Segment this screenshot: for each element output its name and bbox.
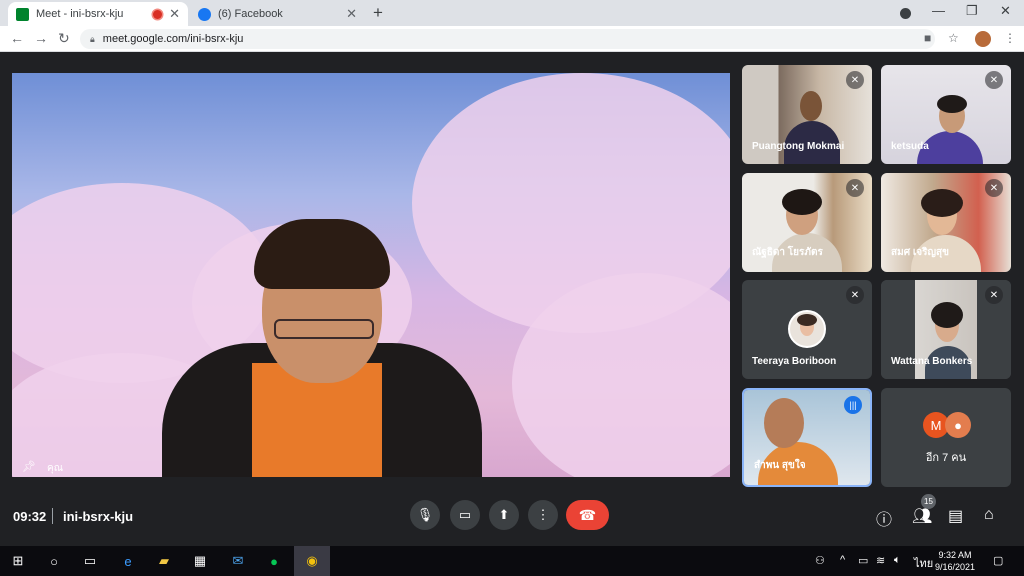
new-tab-button[interactable]: + <box>373 3 383 23</box>
participant-name: Teeraya Boriboon <box>752 356 837 367</box>
close-window-button[interactable]: ✕ <box>1000 3 1011 19</box>
mic-off-icon: ✕ <box>846 179 864 197</box>
participant-tile[interactable]: ✕ สมศ เจริญสุข <box>881 173 1011 272</box>
meeting-code: ini-bsrx-kju <box>63 509 134 524</box>
facebook-icon <box>198 7 211 21</box>
forward-arrow-icon[interactable]: → <box>34 30 48 46</box>
menu-kebab-icon[interactable]: ⋮ <box>1004 31 1016 45</box>
maximize-button[interactable]: ❐ <box>966 3 978 19</box>
lock-icon: 🔒︎ <box>90 33 95 44</box>
show-hidden-icons-icon[interactable]: ^ <box>840 554 845 566</box>
browser-toolbar: ← → ↻ 🔒︎ meet.google.com/ini-bsrx-kju ■ … <box>0 26 1024 52</box>
tab-meet-label: Meet - ini-bsrx-kju <box>36 8 124 20</box>
windows-taskbar: ⊞ ○ ▭ e ▰ ▦ ✉ ● ◉ ⚇ ^ ▭ ≋ 🔈︎ ไทย 9:32 AM… <box>0 546 1024 576</box>
tab-facebook-label: (6) Facebook <box>218 8 283 20</box>
clock-time: 9:32 AM <box>938 550 972 560</box>
windows-start-icon[interactable]: ⊞ <box>8 551 28 571</box>
chat-icon[interactable]: ▤ <box>948 506 963 526</box>
present-screen-button[interactable]: ⬆︎ <box>489 500 519 530</box>
mic-off-icon: ✕ <box>985 71 1003 89</box>
participant-name: Wattana Bonkers <box>891 356 973 367</box>
more-participants-label: อีก 7 คน <box>925 452 967 464</box>
main-speaker-person <box>162 219 482 477</box>
mic-off-icon: ✕ <box>846 286 864 304</box>
meeting-details-icon[interactable]: ⓘ <box>876 506 892 530</box>
file-explorer-icon[interactable]: ▰ <box>154 551 174 571</box>
store-icon[interactable]: ▦ <box>190 551 210 571</box>
more-options-button[interactable]: ⋮ <box>528 500 558 530</box>
more-vert-icon: ⋮ <box>536 507 550 522</box>
line-app-icon[interactable]: ● <box>264 551 284 571</box>
participant-tile[interactable]: ✕ Wattana Bonkers <box>881 280 1011 379</box>
main-speaker-name: คุณ <box>47 463 63 474</box>
recording-indicator-icon <box>153 9 162 19</box>
action-center-icon[interactable]: ▢ <box>993 554 1003 567</box>
browser-tab-strip: Meet - ini-bsrx-kju ✕ (6) Facebook ✕ + —… <box>0 0 1024 26</box>
activities-icon[interactable]: ⌂ <box>984 506 994 524</box>
people-count-badge: 15 <box>921 494 936 509</box>
tab-facebook[interactable]: (6) Facebook ✕ <box>190 2 365 26</box>
people-icon[interactable]: 👥︎ <box>912 506 932 526</box>
tab-close-icon[interactable]: ✕ <box>169 6 180 22</box>
meeting-time: 09:32 <box>13 509 47 524</box>
microphone-button[interactable]: 🎙︎ <box>410 500 440 530</box>
edge-browser-icon[interactable]: e <box>118 551 138 571</box>
speaking-indicator-icon: ||| <box>844 396 862 414</box>
camera-in-use-icon[interactable]: ■ <box>924 31 931 45</box>
mic-off-icon: ✕ <box>985 179 1003 197</box>
video-camera-icon: ▭ <box>458 507 472 522</box>
participant-name: สมศ เจริญสุข <box>891 247 949 258</box>
camera-button[interactable]: ▭ <box>450 500 480 530</box>
chrome-icon[interactable]: ◉ <box>294 546 330 576</box>
tab-search-icon[interactable] <box>900 8 911 19</box>
participant-name: ณัฐธิดา โยรภัตร <box>752 247 823 258</box>
participant-tile[interactable]: ✕ ณัฐธิดา โยรภัตร <box>742 173 872 272</box>
present-screen-icon: ⬆︎ <box>498 507 510 522</box>
bookmark-star-icon[interactable]: ☆ <box>948 31 959 45</box>
mic-off-icon: ✕ <box>846 71 864 89</box>
profile-avatar[interactable] <box>975 31 991 47</box>
pin-icon[interactable]: 📌︎ <box>22 460 36 473</box>
google-meet-icon <box>16 7 29 21</box>
participant-name: Puangtong Mokmai <box>752 141 845 152</box>
participant-name: ketsuda <box>891 141 929 152</box>
participant-tile[interactable]: ✕ Teeraya Boriboon <box>742 280 872 379</box>
task-view-icon[interactable]: ▭ <box>80 551 100 571</box>
participant-avatar <box>788 310 826 348</box>
mic-off-icon: ✕ <box>985 286 1003 304</box>
search-icon[interactable]: ○ <box>44 551 64 571</box>
main-speaker-video <box>12 73 730 477</box>
tab-meet[interactable]: Meet - ini-bsrx-kju ✕ <box>8 2 188 26</box>
person-icon: ● <box>945 412 971 438</box>
volume-icon[interactable]: 🔈︎ <box>894 554 901 567</box>
url-text: meet.google.com/ini-bsrx-kju <box>102 33 244 45</box>
wifi-icon[interactable]: ≋ <box>876 554 885 567</box>
minimize-button[interactable]: — <box>932 3 945 18</box>
mail-icon[interactable]: ✉ <box>228 551 248 571</box>
participant-tile-speaking[interactable]: ||| สำพน สุขใจ <box>742 388 872 487</box>
divider <box>52 508 53 524</box>
microphone-icon: 🎙︎ <box>416 507 434 522</box>
participant-tile[interactable]: ✕ Puangtong Mokmai <box>742 65 872 164</box>
end-call-icon: ☎︎ <box>578 506 597 523</box>
participant-name: สำพน สุขใจ <box>754 460 806 471</box>
tab-close-icon[interactable]: ✕ <box>346 6 357 22</box>
address-bar[interactable]: 🔒︎ meet.google.com/ini-bsrx-kju <box>80 29 935 49</box>
reload-icon[interactable]: ↻ <box>58 30 70 47</box>
language-indicator[interactable]: ไทย <box>914 554 933 572</box>
people-tray-icon[interactable]: ⚇ <box>815 554 825 567</box>
taskbar-clock[interactable]: 9:32 AM 9/16/2021 <box>935 549 975 573</box>
leave-call-button[interactable]: ☎︎ <box>566 500 609 530</box>
clock-date: 9/16/2021 <box>935 562 976 572</box>
more-participants-tile[interactable]: M ● อีก 7 คน <box>881 388 1011 487</box>
participant-tile[interactable]: ✕ ketsuda <box>881 65 1011 164</box>
battery-icon[interactable]: ▭ <box>858 554 868 567</box>
back-arrow-icon[interactable]: ← <box>10 30 24 46</box>
